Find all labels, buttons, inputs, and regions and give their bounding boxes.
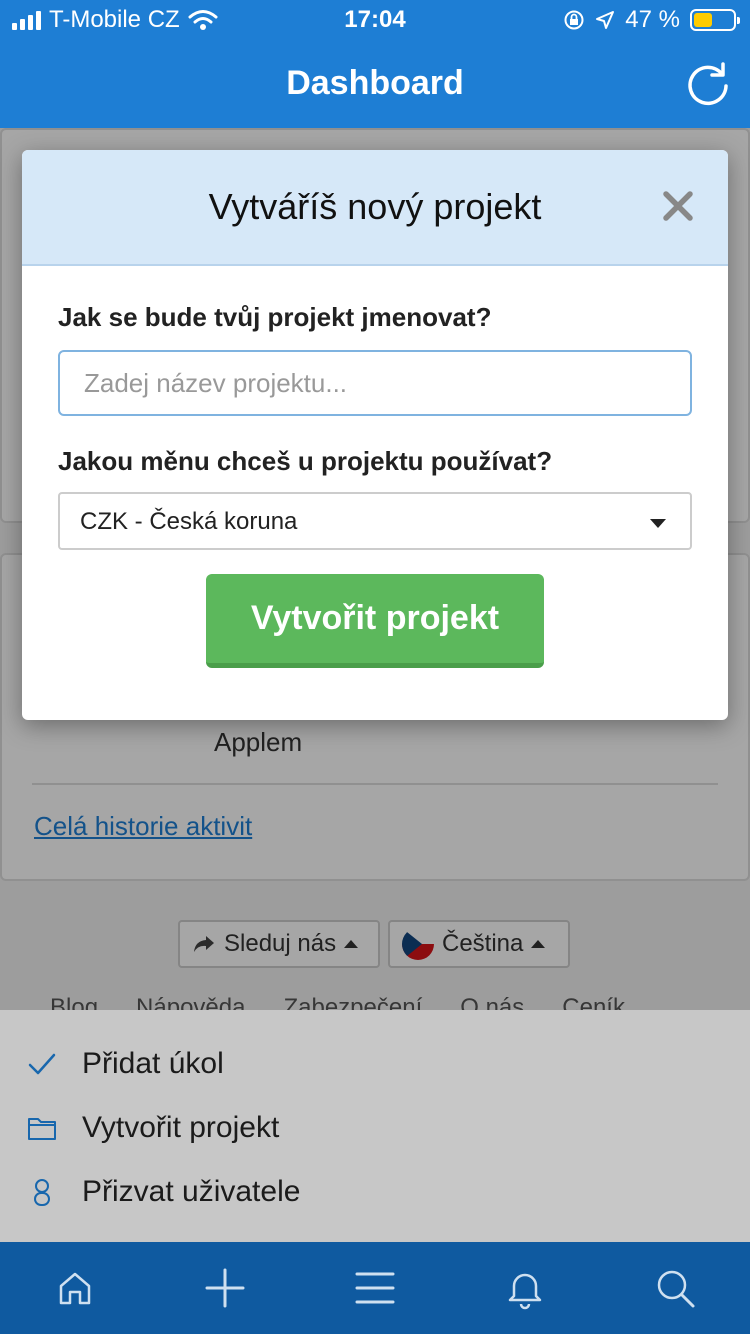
- new-project-modal: Vytváříš nový projekt Jak se bude tvůj p…: [22, 150, 728, 720]
- refresh-icon[interactable]: [684, 60, 732, 108]
- battery-level: [694, 13, 712, 27]
- close-icon[interactable]: [658, 186, 698, 226]
- location-icon: [596, 11, 615, 29]
- modal-header: Vytváříš nový projekt: [22, 150, 728, 266]
- currency-selected-value: CZK - Česká koruna: [80, 508, 298, 535]
- bell-icon: [508, 1273, 542, 1310]
- rotation-lock-icon: [564, 10, 584, 30]
- battery-percent: 47 %: [625, 6, 680, 33]
- bottom-tab-bar: [0, 1242, 750, 1334]
- tab-notifications[interactable]: [495, 1258, 555, 1318]
- tab-home[interactable]: [45, 1258, 105, 1318]
- chevron-down-icon: [650, 519, 666, 528]
- menu-icon: [355, 1272, 395, 1304]
- currency-select[interactable]: CZK - Česká koruna: [58, 492, 692, 550]
- app-bar: Dashboard: [0, 40, 750, 128]
- sheet-dim: [0, 1010, 750, 1242]
- currency-label: Jakou měnu chceš u projektu používat?: [58, 446, 553, 476]
- tab-menu[interactable]: [345, 1258, 405, 1318]
- modal-title: Vytváříš nový projekt: [208, 186, 542, 227]
- tab-search[interactable]: [645, 1258, 705, 1318]
- battery-icon: [690, 9, 740, 31]
- plus-icon: [205, 1268, 245, 1308]
- search-icon: [657, 1270, 695, 1308]
- tab-add[interactable]: [195, 1258, 255, 1318]
- project-name-input[interactable]: [58, 350, 692, 416]
- project-name-label: Jak se bude tvůj projekt jmenovat?: [58, 302, 492, 332]
- status-bar: T-Mobile CZ 17:04 47 %: [0, 0, 750, 40]
- create-project-button[interactable]: Vytvořit projekt: [206, 574, 544, 668]
- home-icon: [59, 1272, 91, 1305]
- page-title: Dashboard: [286, 64, 464, 102]
